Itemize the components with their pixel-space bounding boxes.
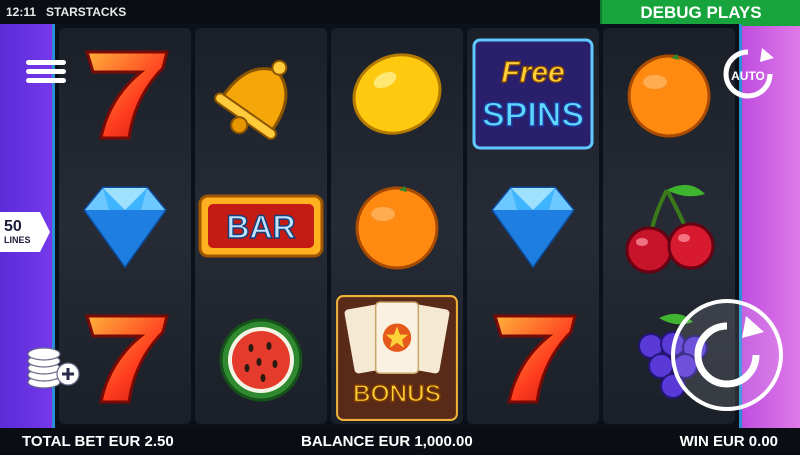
bonus-text: BONUS xyxy=(353,381,441,408)
total-bet: TOTAL BET EUR 2.50 xyxy=(22,433,174,450)
lines-count: 50 xyxy=(4,218,22,235)
lines-label: LINES xyxy=(4,235,31,245)
seven-icon xyxy=(84,50,169,140)
spin-arrow-icon xyxy=(671,299,783,411)
lemon-icon xyxy=(352,53,442,135)
clock: 12:11 xyxy=(6,5,37,19)
symbol-lemon xyxy=(331,28,463,160)
symbol-bell xyxy=(195,28,327,160)
spins-text: SPINS xyxy=(482,96,584,134)
symbol-seven xyxy=(59,28,191,160)
balance: BALANCE EUR 1,000.00 xyxy=(301,433,473,450)
game-screen: 12:11 STARSTACKS DEBUG PLAYS BAR BONUS F… xyxy=(0,0,800,455)
seven-icon xyxy=(84,314,169,404)
symbol-seven xyxy=(467,292,599,424)
hamburger-menu-icon[interactable] xyxy=(26,56,66,92)
cherries-icon xyxy=(625,184,715,274)
orange-icon xyxy=(355,186,439,270)
spin-button[interactable] xyxy=(668,296,786,414)
win-amount: WIN EUR 0.00 xyxy=(679,433,778,450)
symbol-free-spins: Free SPINS xyxy=(467,28,599,160)
bell-icon xyxy=(214,59,288,140)
lines-badge: 50 LINES xyxy=(0,212,50,252)
symbol-orange xyxy=(603,28,735,160)
debug-plays-button[interactable]: DEBUG PLAYS xyxy=(600,0,800,26)
symbol-diamond xyxy=(467,160,599,292)
reel-4: Free SPINS xyxy=(467,28,599,424)
footer-bar: TOTAL BET EUR 2.50 BALANCE EUR 1,000.00 … xyxy=(0,428,800,455)
bar-text: BAR xyxy=(226,209,295,245)
free-text: Free xyxy=(501,56,564,89)
symbol-bonus: BONUS xyxy=(331,292,463,424)
symbol-diamond xyxy=(59,160,191,292)
diamond-icon xyxy=(491,186,575,269)
bonus-icon: BONUS xyxy=(336,295,458,421)
symbol-watermelon xyxy=(195,292,327,424)
reel-grid: BAR BONUS Free SPINS xyxy=(52,24,742,428)
seven-icon xyxy=(492,314,577,404)
coin-stack-plus-icon[interactable] xyxy=(24,342,82,392)
diamond-icon xyxy=(83,186,167,269)
reel-3: BONUS xyxy=(331,28,463,424)
game-title: STARSTACKS xyxy=(46,5,127,19)
autoplay-icon: AUTO xyxy=(723,48,774,99)
symbol-orange xyxy=(331,160,463,292)
orange-icon xyxy=(627,54,711,138)
free-spins-icon: Free SPINS xyxy=(472,38,594,150)
auto-label: AUTO xyxy=(731,69,765,83)
bar-icon: BAR xyxy=(198,194,324,258)
watermelon-icon xyxy=(219,318,303,402)
symbol-cherries xyxy=(603,160,735,292)
reel-2: BAR xyxy=(195,28,327,424)
symbol-bar: BAR xyxy=(195,160,327,292)
autoplay-button[interactable]: AUTO xyxy=(718,44,778,104)
